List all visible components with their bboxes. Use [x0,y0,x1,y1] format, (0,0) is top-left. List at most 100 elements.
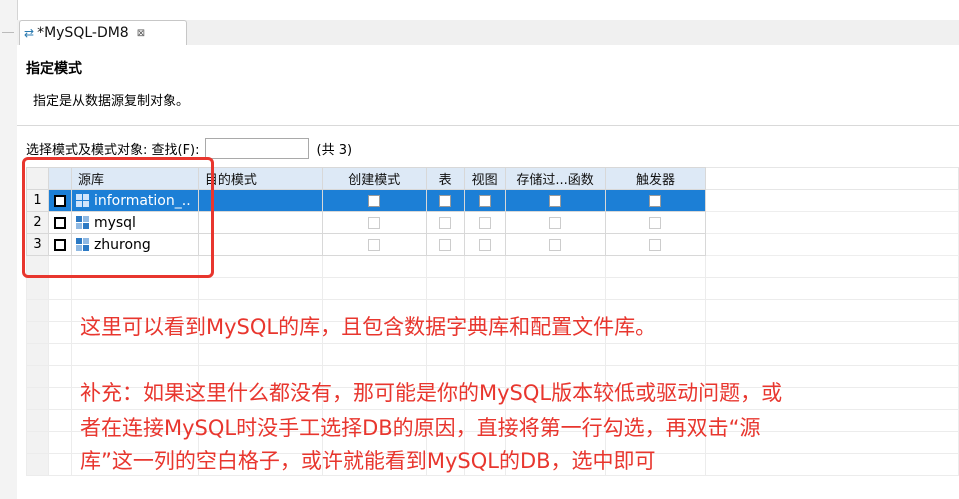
procedure-cell[interactable] [504,233,606,256]
empty-cell [705,343,959,366]
empty-cell [47,277,72,300]
empty-cell [604,255,707,278]
filler-cell [705,189,959,212]
col-header-table[interactable]: 表 [425,167,465,190]
annotation-line-1: 这里可以看到MySQL的库，且包含数据字典库和配置文件库。 [80,315,657,339]
empty-cell [70,277,199,300]
procedure-checkbox[interactable] [549,194,562,207]
procedure-checkbox[interactable] [549,238,562,251]
target-schema-cell[interactable] [197,233,323,256]
annotation-line-4: 库”这一列的空白格子，或许就能看到MySQL的DB，选中即可 [80,449,656,473]
trigger-cell[interactable] [604,211,707,234]
col-header-trigger[interactable]: 触发器 [604,167,707,190]
table-cell[interactable] [425,233,465,256]
empty-cell [26,387,49,410]
col-header-target-schema[interactable]: 目的模式 [197,167,323,190]
empty-cell [705,321,959,344]
table-checkbox[interactable] [439,238,452,251]
object-count: (共 3) [316,142,353,158]
col-header-view[interactable]: 视图 [463,167,506,190]
view-cell[interactable] [463,233,506,256]
empty-cell [70,343,199,366]
empty-cell [47,343,72,366]
empty-cell [26,365,49,388]
empty-cell [197,277,323,300]
trigger-checkbox[interactable] [649,194,662,207]
empty-cell [321,343,427,366]
trigger-cell[interactable] [604,189,707,212]
create-schema-cell[interactable] [321,211,427,234]
search-input[interactable] [204,137,309,159]
table-checkbox[interactable] [439,194,452,207]
trigger-checkbox[interactable] [649,216,662,229]
empty-cell [197,255,323,278]
empty-cell [26,343,49,366]
empty-cell [425,343,465,366]
create-schema-checkbox[interactable] [368,194,381,207]
transfer-icon: ⇄ [24,26,35,40]
empty-cell [321,277,427,300]
empty-cell [47,453,72,476]
empty-cell [26,321,49,344]
target-schema-cell[interactable] [197,211,323,234]
empty-row [26,277,959,300]
tab-mysql-dm8[interactable]: ⇄ *MySQL-DM8 ⊠ [19,20,187,45]
empty-cell [26,299,49,322]
target-schema-cell[interactable] [197,189,323,212]
create-schema-cell[interactable] [321,189,427,212]
col-header-create-schema[interactable]: 创建模式 [321,167,427,190]
procedure-checkbox[interactable] [549,216,562,229]
trigger-checkbox[interactable] [649,238,662,251]
empty-cell [705,255,959,278]
table-cell[interactable] [425,189,465,212]
empty-cell [47,431,72,454]
editor-tab-bar: ⇄ *MySQL-DM8 ⊠ [17,20,959,46]
view-checkbox[interactable] [478,238,491,251]
view-cell[interactable] [463,189,506,212]
page-description: 指定是从数据源复制对象。 [33,94,190,109]
empty-cell [463,255,506,278]
create-schema-cell[interactable] [321,233,427,256]
empty-cell [47,299,72,322]
empty-cell [26,431,49,454]
empty-cell [604,277,707,300]
empty-cell [197,343,323,366]
procedure-cell[interactable] [504,189,606,212]
empty-cell [705,453,959,476]
gutter-tick [2,32,14,37]
view-cell[interactable] [463,211,506,234]
close-icon[interactable]: ⊠ [137,28,145,39]
empty-cell [504,277,606,300]
empty-cell [47,387,72,410]
left-gutter [0,0,18,499]
create-schema-checkbox[interactable] [368,238,381,251]
view-checkbox[interactable] [478,194,491,207]
filler-cell [705,233,959,256]
empty-row [26,343,959,366]
empty-cell [463,277,506,300]
table-checkbox[interactable] [439,216,452,229]
empty-cell [463,343,506,366]
empty-cell [26,453,49,476]
col-header-filler [705,167,959,190]
empty-cell [425,255,465,278]
highlight-box [22,157,214,278]
empty-cell [26,277,49,300]
trigger-cell[interactable] [604,233,707,256]
col-header-procedure-function[interactable]: 存储过...函数 [504,167,606,190]
create-schema-checkbox[interactable] [368,216,381,229]
tab-title: *MySQL-DM8 [37,25,129,41]
table-cell[interactable] [425,211,465,234]
empty-cell [26,409,49,432]
page-title: 指定模式 [26,61,82,77]
empty-cell [47,365,72,388]
empty-cell [705,299,959,322]
empty-cell [705,277,959,300]
empty-cell [604,343,707,366]
procedure-cell[interactable] [504,211,606,234]
annotation-line-3: 者在连接MySQL时没手工选择DB的原因，直接将第一行勾选，再双击“源 [80,416,761,440]
empty-cell [425,277,465,300]
empty-cell [504,255,606,278]
view-checkbox[interactable] [478,216,491,229]
annotation-line-2: 补充：如果这里什么都没有，那可能是你的MySQL版本较低或驱动问题，或 [80,381,783,405]
